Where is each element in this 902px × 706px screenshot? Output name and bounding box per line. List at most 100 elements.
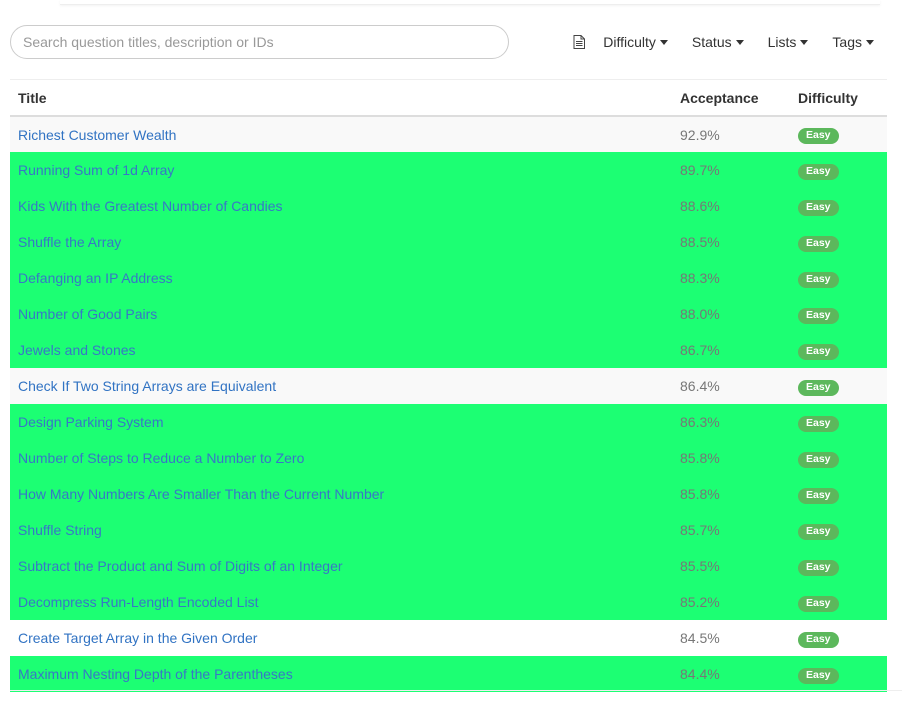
bottom-divider xyxy=(10,690,902,691)
table-row: Richest Customer Wealth 92.9% Easy xyxy=(10,116,887,152)
table-row: Kids With the Greatest Number of Candies… xyxy=(10,188,887,224)
acceptance-cell: 88.5% xyxy=(680,234,720,250)
status-filter-label: Status xyxy=(691,34,732,50)
difficulty-cell: Easy xyxy=(790,656,887,692)
difficulty-badge: Easy xyxy=(798,667,839,684)
title-cell: Shuffle String xyxy=(10,512,672,548)
table-row: Shuffle the Array 88.5% Easy xyxy=(10,224,887,260)
tags-filter-dropdown[interactable]: Tags xyxy=(832,34,874,50)
difficulty-cell: Easy xyxy=(790,584,887,620)
table-row: Subtract the Product and Sum of Digits o… xyxy=(10,548,887,584)
title-column-header[interactable]: Title xyxy=(10,80,672,117)
caret-down-icon xyxy=(659,40,668,45)
difficulty-badge: Easy xyxy=(798,379,839,396)
search-input[interactable] xyxy=(10,25,509,59)
table-header-row: Title Acceptance Difficulty xyxy=(10,80,887,117)
table-row: Shuffle String 85.7% Easy xyxy=(10,512,887,548)
acceptance-cell: 85.7% xyxy=(680,522,720,538)
problems-table: Title Acceptance Difficulty Richest Cust… xyxy=(10,80,887,692)
problem-title-link[interactable]: Subtract the Product and Sum of Digits o… xyxy=(18,558,343,574)
difficulty-badge: Easy xyxy=(798,307,839,324)
difficulty-cell: Easy xyxy=(790,224,887,260)
document-icon[interactable] xyxy=(573,35,586,49)
difficulty-badge: Easy xyxy=(798,595,839,612)
table-row: Maximum Nesting Depth of the Parentheses… xyxy=(10,656,887,692)
problem-title-link[interactable]: Number of Good Pairs xyxy=(18,306,157,322)
title-cell: Number of Steps to Reduce a Number to Ze… xyxy=(10,440,672,476)
filter-bar: Difficulty Status Lists Tags xyxy=(573,25,874,59)
difficulty-badge: Easy xyxy=(798,631,839,648)
problem-title-link[interactable]: How Many Numbers Are Smaller Than the Cu… xyxy=(18,486,384,502)
difficulty-cell: Easy xyxy=(790,260,887,296)
difficulty-cell: Easy xyxy=(790,440,887,476)
difficulty-filter-label: Difficulty xyxy=(603,34,656,50)
table-row: How Many Numbers Are Smaller Than the Cu… xyxy=(10,476,887,512)
problem-title-link[interactable]: Create Target Array in the Given Order xyxy=(18,630,257,646)
table-row: Check If Two String Arrays are Equivalen… xyxy=(10,368,887,404)
title-cell: Jewels and Stones xyxy=(10,332,672,368)
difficulty-cell: Easy xyxy=(790,368,887,404)
acceptance-cell: 84.5% xyxy=(680,630,720,646)
difficulty-cell: Easy xyxy=(790,116,887,152)
problem-title-link[interactable]: Maximum Nesting Depth of the Parentheses xyxy=(18,666,293,682)
table-row: Decompress Run-Length Encoded List 85.2% E… xyxy=(10,584,887,620)
acceptance-cell: 84.4% xyxy=(680,666,720,682)
table-row: Defanging an IP Address 88.3% Easy xyxy=(10,260,887,296)
acceptance-cell: 86.3% xyxy=(680,414,720,430)
acceptance-cell: 86.7% xyxy=(680,342,720,358)
problem-title-link[interactable]: Design Parking System xyxy=(18,414,164,430)
problem-title-link[interactable]: Running Sum of 1d Array xyxy=(18,162,174,178)
table-row: Design Parking System 86.3% Easy xyxy=(10,404,887,440)
caret-down-icon xyxy=(735,40,744,45)
difficulty-cell: Easy xyxy=(790,512,887,548)
title-cell: How Many Numbers Are Smaller Than the Cu… xyxy=(10,476,672,512)
caret-down-icon xyxy=(800,40,809,45)
table-row: Number of Good Pairs 88.0% Easy xyxy=(10,296,887,332)
acceptance-cell: 85.5% xyxy=(680,558,720,574)
difficulty-cell: Easy xyxy=(790,404,887,440)
acceptance-cell: 86.4% xyxy=(680,378,720,394)
problem-title-link[interactable]: Number of Steps to Reduce a Number to Ze… xyxy=(18,450,304,466)
problem-title-link[interactable]: Shuffle the Array xyxy=(18,234,121,250)
acceptance-cell: 85.2% xyxy=(680,594,720,610)
title-cell: Subtract the Product and Sum of Digits o… xyxy=(10,548,672,584)
difficulty-badge: Easy xyxy=(798,415,839,432)
caret-down-icon xyxy=(866,40,874,45)
problem-title-link[interactable]: Richest Customer Wealth xyxy=(18,127,176,143)
table-row: Jewels and Stones 86.7% Easy xyxy=(10,332,887,368)
title-cell: Design Parking System xyxy=(10,404,672,440)
difficulty-cell: Easy xyxy=(790,548,887,584)
title-cell: Create Target Array in the Given Order xyxy=(10,620,672,656)
problem-title-link[interactable]: Shuffle String xyxy=(18,522,102,538)
title-cell: Running Sum of 1d Array xyxy=(10,152,672,188)
difficulty-badge: Easy xyxy=(798,128,839,144)
title-cell: Check If Two String Arrays are Equivalen… xyxy=(10,368,672,404)
status-filter-dropdown[interactable]: Status xyxy=(692,34,744,50)
difficulty-badge: Easy xyxy=(798,199,839,216)
acceptance-cell: 88.3% xyxy=(680,270,720,286)
difficulty-column-header[interactable]: Difficulty xyxy=(790,80,887,117)
title-cell: Maximum Nesting Depth of the Parentheses xyxy=(10,656,672,692)
table-row: Number of Steps to Reduce a Number to Ze… xyxy=(10,440,887,476)
title-cell: Richest Customer Wealth xyxy=(10,116,672,152)
acceptance-column-header[interactable]: Acceptance xyxy=(672,80,790,117)
toolbar: Difficulty Status Lists Tags xyxy=(10,25,890,59)
top-divider xyxy=(60,0,880,5)
problem-title-link[interactable]: Decompress Run-Length Encoded List xyxy=(18,594,258,610)
table-row: Create Target Array in the Given Order 84… xyxy=(10,620,887,656)
difficulty-cell: Easy xyxy=(790,620,887,656)
difficulty-badge: Easy xyxy=(798,523,839,540)
lists-filter-dropdown[interactable]: Lists xyxy=(768,34,809,50)
lists-filter-label: Lists xyxy=(767,34,797,50)
problem-title-link[interactable]: Check If Two String Arrays are Equivalen… xyxy=(18,378,276,394)
difficulty-badge: Easy xyxy=(798,163,839,180)
acceptance-cell: 85.8% xyxy=(680,450,720,466)
problem-title-link[interactable]: Kids With the Greatest Number of Candies xyxy=(18,198,283,214)
difficulty-badge: Easy xyxy=(798,271,839,288)
problem-title-link[interactable]: Jewels and Stones xyxy=(18,342,136,358)
problem-title-link[interactable]: Defanging an IP Address xyxy=(18,270,173,286)
title-cell: Kids With the Greatest Number of Candies xyxy=(10,188,672,224)
difficulty-cell: Easy xyxy=(790,332,887,368)
acceptance-cell: 88.6% xyxy=(680,198,720,214)
difficulty-filter-dropdown[interactable]: Difficulty xyxy=(603,34,668,50)
